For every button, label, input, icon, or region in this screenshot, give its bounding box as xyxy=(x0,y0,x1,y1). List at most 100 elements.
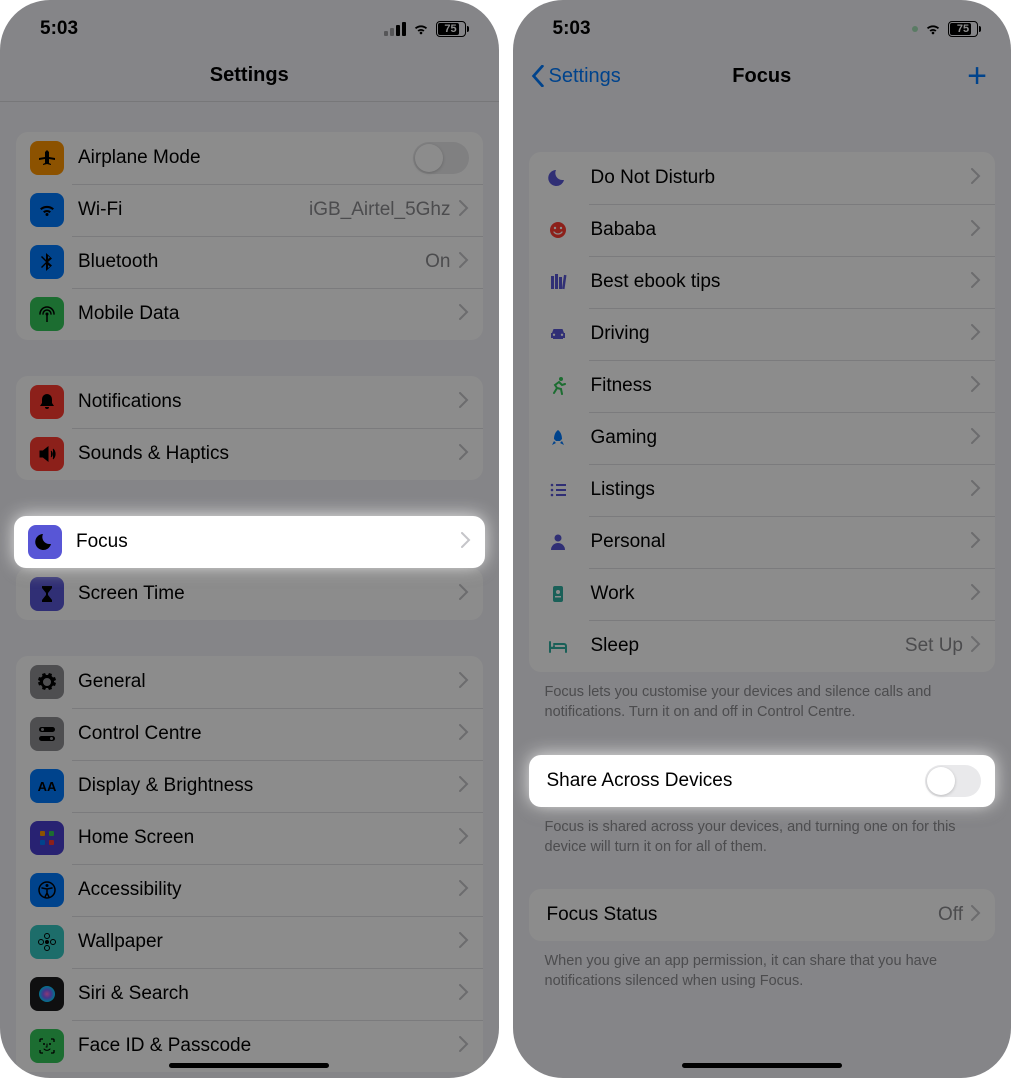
row-label: Gaming xyxy=(591,427,972,449)
car-icon xyxy=(543,324,573,344)
rocket-icon xyxy=(543,428,573,448)
row-label: Bababa xyxy=(591,219,972,241)
settings-row-home-screen[interactable]: Home Screen xyxy=(16,812,483,864)
row-label: Do Not Disturb xyxy=(591,167,972,189)
bed-icon xyxy=(543,636,573,656)
focus-row-do-not-disturb[interactable]: Do Not Disturb xyxy=(529,152,996,204)
row-label: Screen Time xyxy=(78,583,459,605)
status-time: 5:03 xyxy=(40,18,78,40)
status-bar: 5:03 75 xyxy=(513,0,1011,50)
chevron-right-icon xyxy=(971,636,981,657)
chevron-right-icon xyxy=(461,532,471,553)
chevron-right-icon xyxy=(971,376,981,397)
row-label: Personal xyxy=(591,531,972,553)
settings-row-siri-search[interactable]: Siri & Search xyxy=(16,968,483,1020)
settings-row-wallpaper[interactable]: Wallpaper xyxy=(16,916,483,968)
chevron-right-icon xyxy=(459,200,469,221)
bell-icon xyxy=(30,385,64,419)
focus-row-fitness[interactable]: Fitness xyxy=(529,360,996,412)
chevron-right-icon xyxy=(971,168,981,189)
focus-content[interactable]: Do Not Disturb Bababa Best ebook tips Drivi… xyxy=(513,102,1011,1064)
focus-row-gaming[interactable]: Gaming xyxy=(529,412,996,464)
settings-row-airplane-mode[interactable]: Airplane Mode xyxy=(16,132,483,184)
share-across-row[interactable]: Share Across Devices xyxy=(529,755,996,807)
focus-status-row[interactable]: Focus Status Off xyxy=(529,889,996,941)
row-label: Accessibility xyxy=(78,879,459,901)
back-button[interactable]: Settings xyxy=(531,65,621,88)
chevron-right-icon xyxy=(971,272,981,293)
books-icon xyxy=(543,272,573,292)
faceid-icon xyxy=(30,1029,64,1063)
focus-row-work[interactable]: Work xyxy=(529,568,996,620)
settings-row-display-brightness[interactable]: Display & Brightness xyxy=(16,760,483,812)
row-label: Best ebook tips xyxy=(591,271,972,293)
row-label: Face ID & Passcode xyxy=(78,1035,459,1057)
focus-modes-group: Do Not Disturb Bababa Best ebook tips Drivi… xyxy=(529,152,996,672)
settings-group: Airplane ModeWi-FiiGB_Airtel_5GhzBluetoo… xyxy=(16,132,483,340)
home-indicator[interactable] xyxy=(169,1063,329,1068)
chevron-right-icon xyxy=(459,444,469,465)
focus-footer: Focus lets you customise your devices an… xyxy=(529,682,996,723)
chevron-right-icon xyxy=(971,584,981,605)
row-label: Display & Brightness xyxy=(78,775,459,797)
page-title: Focus xyxy=(732,65,791,88)
row-value: iGB_Airtel_5Ghz xyxy=(309,199,451,221)
status-bar: 5:03 75 xyxy=(0,0,499,50)
wifi-icon xyxy=(924,22,942,36)
row-label: Work xyxy=(591,583,972,605)
wifi-icon xyxy=(412,22,430,36)
settings-row-control-centre[interactable]: Control Centre xyxy=(16,708,483,760)
row-label: Sounds & Haptics xyxy=(78,443,459,465)
wifi-icon xyxy=(30,193,64,227)
home-indicator[interactable] xyxy=(682,1063,842,1068)
row-label: Control Centre xyxy=(78,723,459,745)
focus-row-listings[interactable]: Listings xyxy=(529,464,996,516)
focus-row-sleep[interactable]: SleepSet Up xyxy=(529,620,996,672)
siri-icon xyxy=(30,977,64,1011)
focus-row-personal[interactable]: Personal xyxy=(529,516,996,568)
settings-row-bluetooth[interactable]: BluetoothOn xyxy=(16,236,483,288)
focus-row-driving[interactable]: Driving xyxy=(529,308,996,360)
antenna-icon xyxy=(30,297,64,331)
share-footer: Focus is shared across your devices, and… xyxy=(529,817,996,858)
row-label: Airplane Mode xyxy=(78,147,413,169)
chevron-right-icon xyxy=(971,220,981,241)
settings-row-sounds-haptics[interactable]: Sounds & Haptics xyxy=(16,428,483,480)
share-across-group: Share Across Devices xyxy=(529,755,996,807)
row-label: Bluetooth xyxy=(78,251,425,273)
chevron-right-icon xyxy=(971,905,981,926)
status-time: 5:03 xyxy=(553,18,591,40)
settings-row-focus[interactable]: Focus xyxy=(14,516,485,568)
chevron-right-icon xyxy=(459,932,469,953)
chevron-right-icon xyxy=(459,672,469,693)
battery-icon: 75 xyxy=(436,21,469,37)
add-button[interactable]: + xyxy=(967,59,987,93)
settings-row-notifications[interactable]: Notifications xyxy=(16,376,483,428)
row-label: Wi-Fi xyxy=(78,199,309,221)
aa-icon xyxy=(30,769,64,803)
recording-indicator-icon xyxy=(912,26,918,32)
settings-group: General Control Centre Display & Brightnes… xyxy=(16,656,483,1072)
chevron-right-icon xyxy=(459,304,469,325)
cellular-icon xyxy=(384,22,406,36)
settings-row-mobile-data[interactable]: Mobile Data xyxy=(16,288,483,340)
chevron-left-icon xyxy=(531,65,545,87)
moon-icon xyxy=(28,525,62,559)
page-title: Settings xyxy=(210,64,289,87)
toggle[interactable] xyxy=(413,142,469,174)
settings-row-wi-fi[interactable]: Wi-FiiGB_Airtel_5Ghz xyxy=(16,184,483,236)
settings-row-accessibility[interactable]: Accessibility xyxy=(16,864,483,916)
focus-row-bababa[interactable]: Bababa xyxy=(529,204,996,256)
row-label: Sleep xyxy=(591,635,905,657)
chevron-right-icon xyxy=(459,252,469,273)
settings-list[interactable]: Airplane ModeWi-FiiGB_Airtel_5GhzBluetoo… xyxy=(0,102,499,1078)
settings-row-screen-time[interactable]: Screen Time xyxy=(16,568,483,620)
focus-row-best-ebook-tips[interactable]: Best ebook tips xyxy=(529,256,996,308)
settings-row-general[interactable]: General xyxy=(16,656,483,708)
row-label: Fitness xyxy=(591,375,972,397)
chevron-right-icon xyxy=(459,724,469,745)
bluetooth-icon xyxy=(30,245,64,279)
row-value: Set Up xyxy=(905,635,963,657)
chevron-right-icon xyxy=(459,584,469,605)
share-across-toggle[interactable] xyxy=(925,765,981,797)
